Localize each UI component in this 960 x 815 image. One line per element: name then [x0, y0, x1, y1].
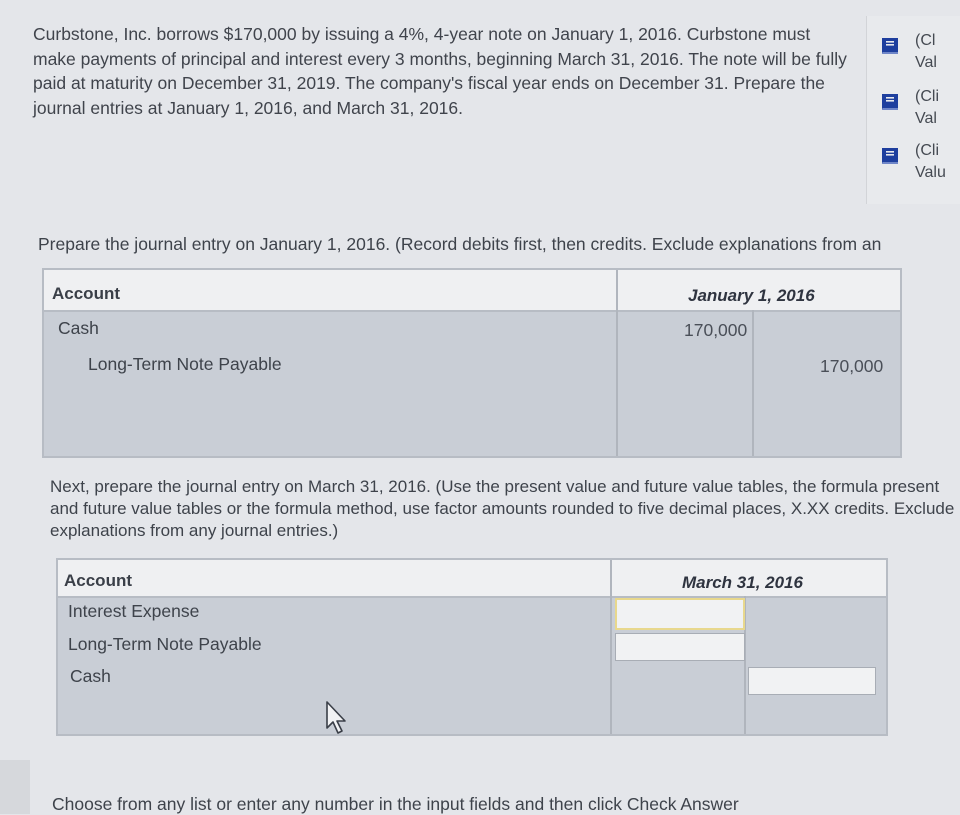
account-cell[interactable]: Cash [70, 666, 111, 687]
footer-instruction: Choose from any list or enter any number… [52, 794, 739, 814]
side-link-3[interactable]: (Cli Valu [879, 140, 946, 184]
debit-input[interactable] [615, 598, 745, 630]
side-link-sublabel[interactable]: Valu [915, 162, 946, 184]
side-link-sublabel[interactable]: Val [915, 108, 939, 130]
column-divider [616, 270, 618, 456]
account-cell[interactable]: Long-Term Note Payable [68, 634, 262, 655]
side-link-sublabel[interactable]: Val [915, 52, 937, 74]
journal-table-mar31: Account March 31, 2016 Interest Expense … [56, 558, 888, 736]
column-divider [752, 310, 754, 456]
header-account: Account [64, 571, 132, 590]
credit-input[interactable] [748, 667, 876, 695]
mouse-cursor-icon [326, 701, 346, 734]
journal-table-jan1: Account January 1, 2016 Cash 170,000 Lon… [42, 268, 902, 458]
account-cell[interactable]: Cash [58, 318, 99, 339]
column-divider [610, 560, 612, 734]
side-link-label[interactable]: (Cl [915, 30, 937, 52]
header-date: January 1, 2016 [688, 286, 815, 305]
side-panel: (Cl Val (Cli Val (Cli Valu [866, 16, 960, 204]
problem-statement: Curbstone, Inc. borrows $170,000 by issu… [33, 24, 847, 118]
side-link-1[interactable]: (Cl Val [879, 30, 937, 74]
book-icon[interactable] [879, 36, 901, 56]
header-date: March 31, 2016 [682, 573, 803, 592]
side-link-2[interactable]: (Cli Val [879, 86, 939, 130]
book-icon[interactable] [879, 146, 901, 166]
entry1-instruction: Prepare the journal entry on January 1, … [38, 234, 882, 254]
account-cell[interactable]: Long-Term Note Payable [88, 354, 282, 375]
footer-edge [0, 760, 30, 814]
credit-cell[interactable]: 170,000 [820, 356, 883, 377]
side-link-label[interactable]: (Cli [915, 86, 939, 108]
book-icon[interactable] [879, 92, 901, 112]
side-link-label[interactable]: (Cli [915, 140, 946, 162]
account-cell[interactable]: Interest Expense [68, 601, 199, 622]
entry2-instruction: Next, prepare the journal entry on March… [50, 477, 955, 540]
debit-input[interactable] [615, 633, 745, 661]
header-account: Account [52, 284, 120, 303]
debit-cell[interactable]: 170,000 [684, 320, 747, 341]
